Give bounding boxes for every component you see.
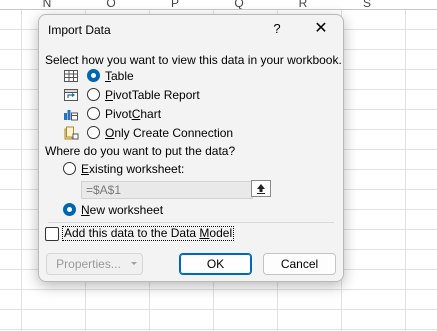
cancel-button[interactable]: Cancel [263,253,336,275]
pivotchart-icon [63,107,79,121]
option-pivottable-report[interactable]: PivotTable Report [63,86,200,103]
pivottable-report-label: PivotTable Report [105,87,200,102]
table-label: Table [105,68,134,83]
column-header-s[interactable]: S [335,0,399,9]
column-header-q[interactable]: Q [207,0,271,9]
existing-worksheet-radio[interactable] [63,162,76,175]
close-button[interactable]: ✕ [307,19,335,39]
import-data-dialog: Import Data ? ✕ Select how you want to v… [38,14,344,282]
only-create-connection-radio[interactable] [87,126,100,139]
pivottable-report-radio[interactable] [87,88,100,101]
properties-button[interactable]: Properties... [46,253,143,275]
collapse-dialog-button[interactable] [251,180,271,197]
option-only-create-connection[interactable]: Only Create Connection [63,124,233,141]
option-existing-worksheet[interactable]: Existing worksheet: [63,160,184,177]
pivotchart-label: PivotChart [105,106,162,121]
properties-label: Properties... [56,257,121,271]
up-arrow-icon [252,184,270,199]
dialog-title: Import Data [48,23,111,37]
location-prompt: Where do you want to put the data? [45,144,236,158]
view-prompt: Select how you want to view this data in… [45,53,342,67]
option-table[interactable]: Table [63,67,134,84]
table-radio[interactable] [87,69,100,82]
table-icon [63,69,79,83]
dropdown-arrow-icon [130,254,138,280]
help-button[interactable]: ? [267,19,287,39]
ok-button[interactable]: OK [179,253,252,275]
only-create-connection-label: Only Create Connection [105,125,234,140]
column-header-n[interactable]: N [15,0,79,9]
data-model-label: Add this data to the Data Model [62,226,235,241]
column-header-row: N O P Q R S [0,0,437,10]
cell-reference-input[interactable]: =$A$1 [81,181,253,199]
option-new-worksheet[interactable]: New worksheet [63,201,163,218]
existing-worksheet-label: Existing worksheet: [81,161,185,176]
divider [48,222,334,223]
pivotchart-radio[interactable] [87,107,100,120]
data-model-option[interactable]: Add this data to the Data Model [45,226,235,241]
data-model-checkbox[interactable] [45,226,59,241]
new-worksheet-label: New worksheet [81,202,164,217]
column-header-r[interactable]: R [271,0,335,9]
column-header-p[interactable]: P [143,0,207,9]
column-header-o[interactable]: O [79,0,143,9]
option-pivotchart[interactable]: PivotChart [63,105,161,122]
new-worksheet-radio[interactable] [63,203,76,216]
pivottable-icon [63,88,79,102]
connection-icon [63,126,79,140]
